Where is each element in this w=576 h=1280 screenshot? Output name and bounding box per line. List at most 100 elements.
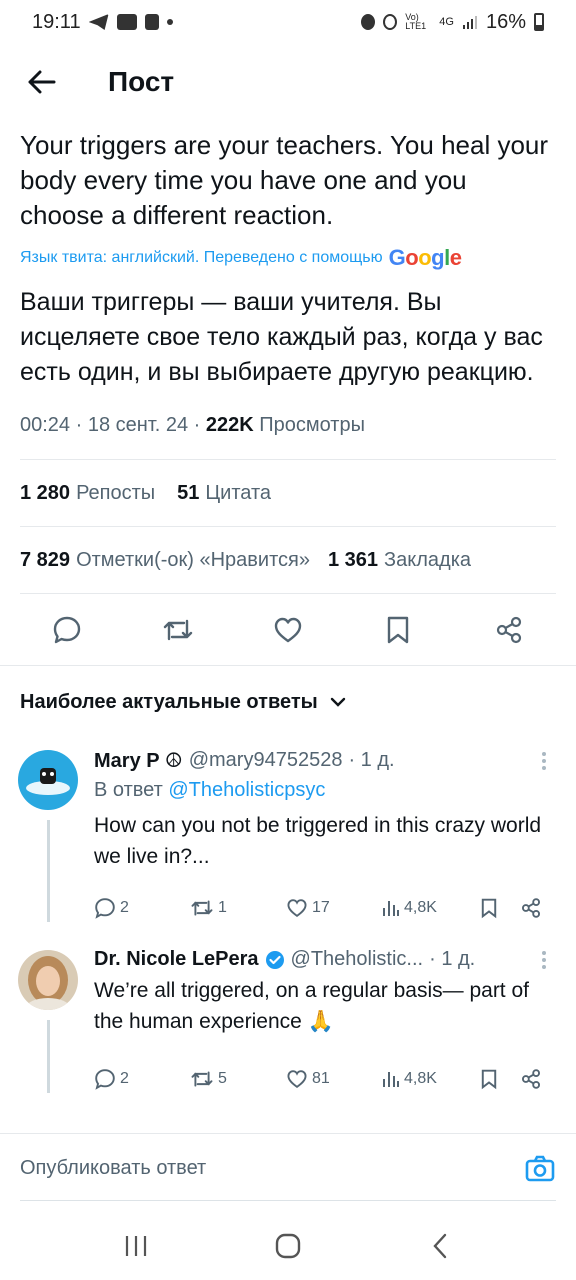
bookmarks-count: 1 361 [327,548,379,571]
arrow-left-icon [28,70,56,94]
avatar-image [18,750,78,810]
reply-icon [95,898,115,919]
author-handle[interactable]: @Theholistic... [291,948,424,971]
camera-icon[interactable] [524,1153,556,1185]
youtube-icon [116,14,137,30]
translation-note: Язык твита: английский. Переведено с пом… [20,249,383,266]
status-bar: 19:11 Vo) LTE1 4G 16% [0,0,576,44]
like-count: 81 [312,1070,330,1087]
author-handle[interactable]: @mary94752528 [189,749,343,772]
tweet-action-bar [0,594,576,666]
reply-action-bar: 2 1 17 4,8K [94,890,556,926]
reply-reply-button[interactable]: 2 [94,1068,190,1090]
share-icon [521,898,541,918]
reply-time: · 1 д. [348,749,395,771]
avatar-image [18,950,78,1010]
reposts-count: 1 280 [20,481,71,504]
thread-connector [47,820,50,922]
reply-share-button[interactable] [520,897,542,919]
views-count: 4,8K [404,1070,437,1087]
clock: 19:11 [32,10,81,33]
replying-to: В ответ @Theholisticpsyc [94,779,556,802]
views-icon [383,1072,399,1087]
repost-count: 1 [218,899,227,916]
notification-dot-icon [166,19,173,25]
signal-icon [462,16,477,29]
reply-reply-button[interactable]: 2 [94,897,190,919]
avatar[interactable] [18,950,78,1010]
chevron-down-icon [330,697,345,707]
repost-icon [191,1071,213,1087]
heart-icon [274,617,302,642]
quotes-count: 51 [177,481,200,504]
reply-views-button[interactable]: 4,8K [382,899,480,917]
replying-prefix: В ответ [94,779,163,801]
reply-item[interactable]: Mary P ☮ @mary94752528 · 1 д. В ответ @T… [0,738,576,926]
share-icon [521,1069,541,1089]
avatar[interactable] [18,750,78,810]
reply-like-button[interactable]: 17 [286,898,382,918]
reply-item[interactable]: Dr. Nicole LePera @Theholistic... · 1 д.… [0,938,576,1097]
likes-count: 7 829 [20,548,71,571]
google-logo: Google [388,245,462,270]
bookmark-icon [481,1069,497,1090]
verified-badge-icon [265,950,284,969]
repost-icon [191,900,213,916]
reply-button[interactable] [47,610,87,650]
reply-repost-button[interactable]: 5 [190,1068,286,1090]
replying-to-handle[interactable]: @Theholisticpsyc [168,779,325,801]
more-options-button[interactable] [532,950,556,969]
bookmarks-stat[interactable]: 1 361 Закладка [328,549,471,572]
tweet-original-text: Your triggers are your teachers. You hea… [20,130,549,230]
home-icon [275,1233,301,1259]
post-detail: Your triggers are your teachers. You hea… [0,120,576,1097]
views-count[interactable]: 222K [206,414,254,436]
bookmark-button[interactable] [378,610,418,650]
quotes-stat[interactable]: 51 Цитата [177,482,271,505]
reply-composer[interactable]: Опубликовать ответ [0,1133,576,1203]
reply-header: Dr. Nicole LePera @Theholistic... · 1 д. [94,948,556,971]
thread-connector [47,1020,50,1093]
hotspot-icon [383,14,398,30]
reply-like-button[interactable]: 81 [286,1069,382,1089]
translation-notice[interactable]: Язык твита: английский. Переведено с пом… [20,245,556,271]
system-back-button[interactable] [420,1226,460,1266]
top-app-bar: Пост [0,44,576,120]
tweet-translated-text: Ваши триггеры — ваши учителя. Вы исцеляе… [20,288,543,386]
back-button[interactable] [16,56,68,108]
views-icon [383,901,399,916]
calendar-icon [144,14,159,30]
home-button[interactable] [268,1226,308,1266]
network-label: 4G [439,16,454,28]
bookmark-icon [388,616,409,643]
page-title: Пост [108,66,175,97]
share-icon [496,616,521,643]
compose-input[interactable]: Опубликовать ответ [20,1157,206,1180]
reply-icon [53,616,81,643]
more-options-button[interactable] [532,751,556,770]
reply-views-button[interactable]: 4,8K [382,1070,480,1088]
reply-bookmark-button[interactable] [480,897,520,919]
reposts-stat[interactable]: 1 280 Репосты [20,482,155,505]
reply-text: How can you not be triggered in this cra… [94,814,542,868]
repost-button[interactable] [158,610,198,650]
replies-sort-dropdown[interactable]: Наиболее актуальные ответы [0,666,576,738]
likes-stat[interactable]: 7 829 Отметки(-ок) «Нравится» [20,549,310,572]
reply-repost-button[interactable]: 1 [190,897,286,919]
repost-stats: 1 280 Репосты 51 Цитата [20,460,556,527]
like-button[interactable] [268,610,308,650]
reply-share-button[interactable] [520,1068,542,1090]
heart-icon [287,899,307,917]
reply-icon [95,1069,115,1090]
author-name[interactable]: Mary P ☮ [94,748,183,773]
reposts-label: Репосты [76,481,156,504]
author-name[interactable]: Dr. Nicole LePera [94,948,259,971]
recent-apps-button[interactable] [116,1226,156,1266]
reply-count: 2 [120,1070,129,1087]
share-button[interactable] [489,610,529,650]
bookmark-icon [481,898,497,919]
sort-label: Наиболее актуальные ответы [20,690,318,713]
like-count: 17 [312,899,330,916]
reply-text: We’re all triggered, on a regular basis—… [94,979,529,1033]
reply-bookmark-button[interactable] [480,1068,520,1090]
